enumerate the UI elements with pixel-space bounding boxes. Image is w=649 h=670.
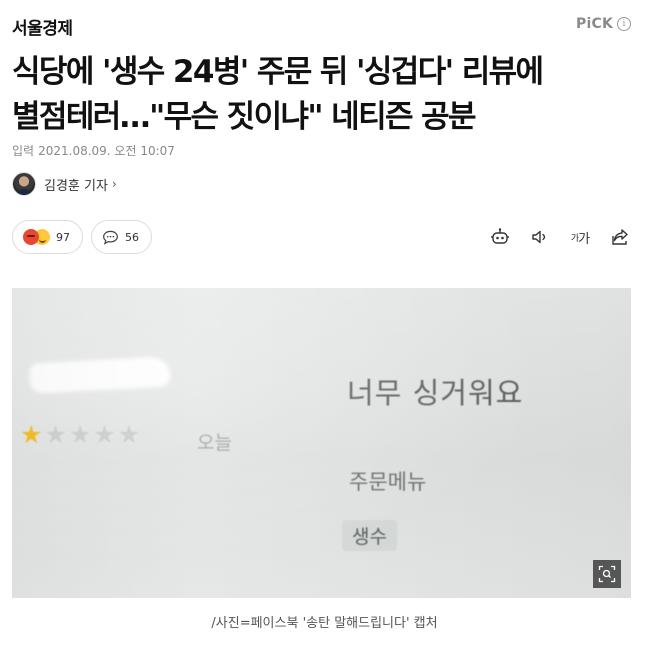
blurred-reviewer-name <box>29 356 171 394</box>
pick-label: PiCK <box>576 16 613 32</box>
star-filled-icon: ★ <box>20 420 43 449</box>
star-empty-icon: ★ <box>68 420 92 449</box>
font-size-icon[interactable]: 가가 <box>569 226 591 248</box>
order-menu-label: 주문메뉴 <box>349 470 427 494</box>
review-text: 너무 싱거워요 <box>347 376 524 410</box>
chevron-right-icon: › <box>111 177 117 191</box>
article-headline: 식당에 '생수 24병' 주문 뒤 '싱겁다' 리뷰에 별점테러…"무슨 짓이냐… <box>12 50 637 140</box>
reporter-byline[interactable]: 김경훈 기자 › <box>12 172 117 196</box>
comment-button[interactable]: 56 <box>91 220 152 254</box>
star-empty-icon: ★ <box>93 420 116 449</box>
reporter-name[interactable]: 김경훈 기자 <box>44 175 108 194</box>
zoom-icon <box>598 565 616 583</box>
pick-badge[interactable]: PiCK i <box>576 16 631 32</box>
font-small-glyph: 가 <box>570 233 579 244</box>
article-tools: 가가 <box>489 226 631 248</box>
review-date: 오늘 <box>197 432 232 454</box>
headline-line-1: 식당에 '생수 24병' 주문 뒤 '싱겁다' 리뷰에 <box>12 54 544 90</box>
reporter-avatar[interactable] <box>12 172 36 196</box>
order-menu-item: 생수 <box>342 520 397 551</box>
press-name[interactable]: 서울경제 <box>12 19 73 39</box>
speaker-icon[interactable] <box>529 226 551 248</box>
article-actions: 97 56 <box>12 220 152 254</box>
publish-date: 입력 2021.08.09. 오전 10:07 <box>12 142 179 159</box>
font-large-glyph: 가 <box>578 231 590 247</box>
photo-caption: /사진=페이스북 '송탄 말해드립니다' 캡처 <box>211 616 438 631</box>
reaction-count: 97 <box>56 230 70 244</box>
zoom-button[interactable] <box>593 560 621 588</box>
date-label: 입력 <box>12 144 35 158</box>
star-empty-icon: ★ <box>44 420 67 449</box>
info-icon[interactable]: i <box>617 17 631 31</box>
reaction-faces <box>23 229 50 245</box>
robot-summary-icon[interactable] <box>489 226 511 248</box>
comment-count: 56 <box>125 230 139 244</box>
star-empty-icon: ★ <box>117 420 141 449</box>
date-value: 2021.08.09. 오전 10:07 <box>38 144 175 158</box>
top-bar: 서울경제 PiCK i <box>12 14 631 39</box>
angry-face-icon <box>23 229 39 245</box>
share-icon[interactable] <box>609 226 631 248</box>
star-rating: ★ ★ ★ ★ ★ <box>20 422 140 447</box>
reaction-button[interactable]: 97 <box>12 220 83 254</box>
headline-line-2: 별점테러…"무슨 짓이냐" 네티즌 공분 <box>12 99 477 135</box>
speech-bubble-icon <box>103 230 118 245</box>
article-photo[interactable]: ★ ★ ★ ★ ★ 오늘 너무 싱거워요 주문메뉴 생수 <box>12 288 631 598</box>
